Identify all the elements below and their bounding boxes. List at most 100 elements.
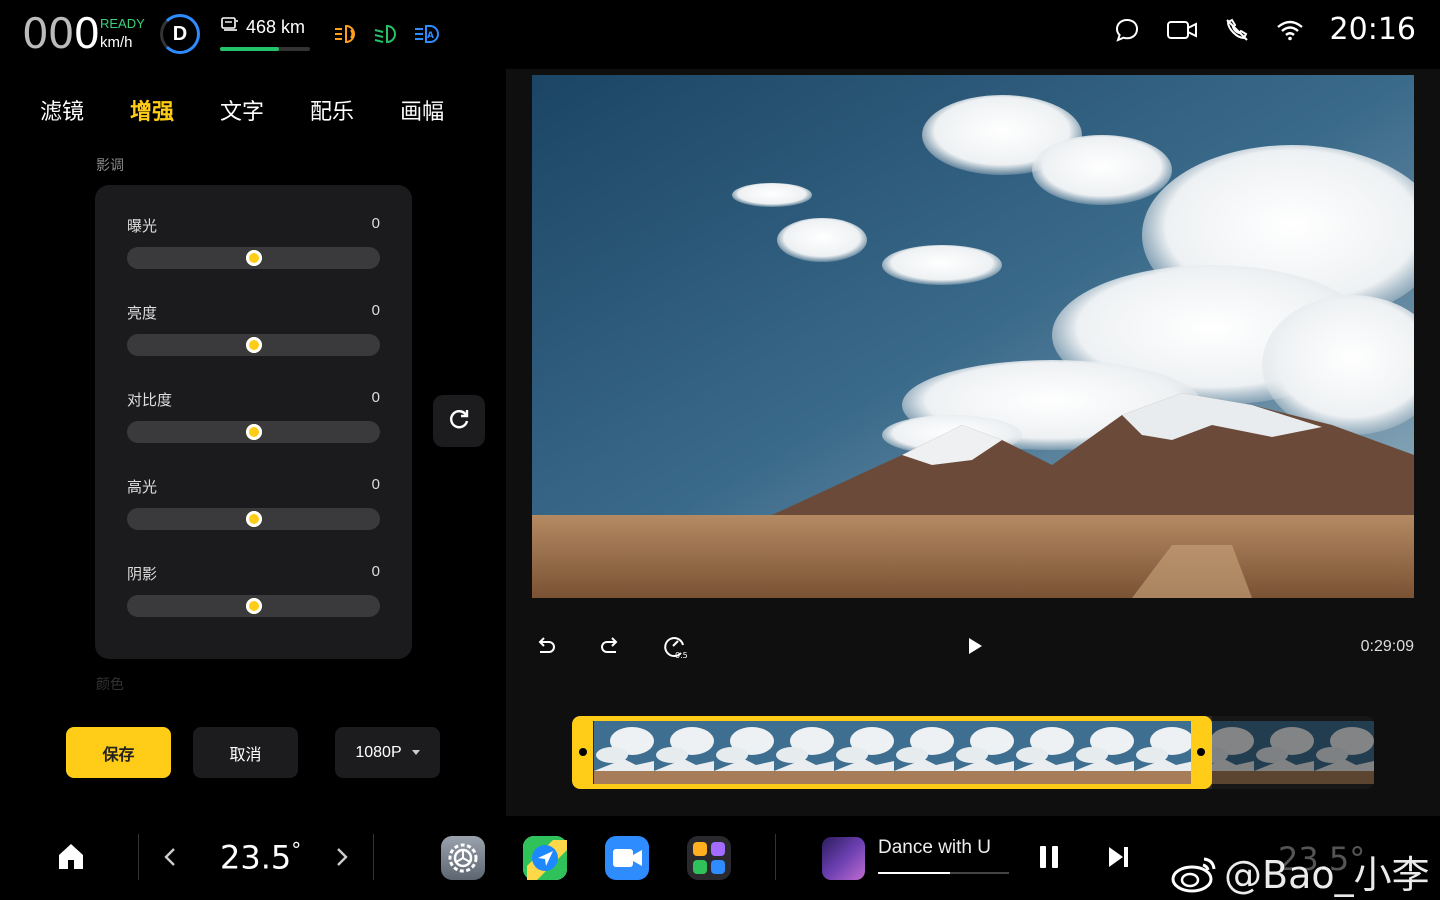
skip-next-icon bbox=[1106, 847, 1130, 874]
adjustment-value: 0 bbox=[371, 215, 380, 232]
slider-knob[interactable] bbox=[245, 337, 262, 353]
editor-tabs: 滤镜 增强 文字 配乐 画幅 bbox=[40, 94, 444, 126]
resolution-select[interactable]: 1080P bbox=[335, 727, 440, 778]
temp-decrease-button[interactable] bbox=[162, 846, 178, 873]
section-title-tone: 影调 bbox=[96, 157, 124, 173]
slider-knob[interactable] bbox=[245, 511, 262, 527]
temperature-value: 23.5 bbox=[220, 838, 292, 877]
dock-divider bbox=[775, 834, 776, 880]
tab-4[interactable]: 画幅 bbox=[400, 94, 444, 126]
auto-high-beam-icon: A bbox=[414, 22, 440, 46]
adjustment-label: 阴影 bbox=[127, 566, 158, 583]
album-art[interactable] bbox=[822, 837, 865, 880]
adjustment-slider[interactable] bbox=[127, 421, 380, 443]
speed-digits-dim: 00 bbox=[22, 9, 74, 58]
speed-unit: km/h bbox=[100, 34, 133, 51]
camera-icon[interactable] bbox=[1166, 18, 1198, 42]
speed-badge: 0.5 bbox=[675, 651, 687, 659]
degree-symbol: ° bbox=[291, 838, 302, 862]
status-icons: 20:16 bbox=[1114, 12, 1416, 47]
ready-indicator: READY bbox=[100, 16, 145, 31]
playback-time: 0:29:09 bbox=[1360, 638, 1414, 655]
next-track-button[interactable] bbox=[1106, 844, 1130, 875]
adjustment-label: 对比度 bbox=[127, 392, 173, 409]
chevron-right-icon bbox=[334, 848, 350, 872]
home-button[interactable] bbox=[56, 842, 86, 875]
slider-knob[interactable] bbox=[245, 250, 262, 266]
save-button[interactable]: 保存 bbox=[66, 727, 171, 778]
pause-icon bbox=[1037, 846, 1061, 874]
slider-knob[interactable] bbox=[245, 424, 262, 440]
adjustment-slider[interactable] bbox=[127, 334, 380, 356]
speedometer: 000 bbox=[22, 9, 100, 58]
timeline-strip[interactable] bbox=[572, 716, 1374, 789]
dock-divider bbox=[138, 834, 139, 880]
message-icon[interactable] bbox=[1114, 17, 1140, 43]
reset-icon bbox=[446, 406, 472, 437]
adjustment-slider[interactable] bbox=[127, 247, 380, 269]
reset-button[interactable] bbox=[433, 395, 485, 447]
tab-2[interactable]: 文字 bbox=[220, 94, 264, 126]
cancel-button[interactable]: 取消 bbox=[193, 727, 298, 778]
adjustment-value: 0 bbox=[371, 389, 380, 406]
adjustment-label: 曝光 bbox=[127, 218, 158, 235]
landscape-image bbox=[532, 75, 1414, 598]
adjustment-value: 0 bbox=[371, 302, 380, 319]
adjustment-slider[interactable] bbox=[127, 508, 380, 530]
playback-speed-button[interactable]: 0.5 bbox=[660, 634, 688, 662]
temp-increase-button[interactable] bbox=[334, 846, 350, 873]
adjustment-slider[interactable] bbox=[127, 595, 380, 617]
video-call-app-icon[interactable] bbox=[605, 836, 649, 880]
trim-end-handle[interactable] bbox=[1197, 748, 1205, 756]
dock-bar: 23.5° Dance with U 23.5° @Bao_小李 bbox=[0, 816, 1440, 900]
gear-letter: D bbox=[172, 22, 188, 45]
adjustment-label: 亮度 bbox=[127, 305, 158, 322]
redo-button[interactable] bbox=[596, 634, 624, 662]
video-preview[interactable] bbox=[532, 75, 1414, 598]
battery-range-icon bbox=[220, 16, 240, 39]
pause-button[interactable] bbox=[1037, 844, 1061, 875]
song-progress-fill bbox=[878, 872, 951, 874]
trim-selection[interactable] bbox=[572, 716, 1212, 789]
home-icon bbox=[56, 844, 86, 874]
song-progress-bar bbox=[878, 872, 1009, 874]
trim-start-handle[interactable] bbox=[579, 748, 587, 756]
svg-text:A: A bbox=[427, 31, 434, 41]
settings-app-icon[interactable] bbox=[441, 836, 485, 880]
weibo-watermark: @Bao_小李 bbox=[1170, 844, 1430, 900]
fog-light-icon bbox=[333, 22, 359, 46]
wifi-icon[interactable] bbox=[1276, 19, 1304, 41]
adjustment-value: 0 bbox=[371, 476, 380, 493]
watermark-text: @Bao_小李 bbox=[1224, 853, 1430, 897]
chevron-left-icon bbox=[162, 848, 178, 872]
song-title[interactable]: Dance with U bbox=[878, 837, 991, 859]
temperature-readout: 23.5° bbox=[220, 838, 301, 877]
tab-0[interactable]: 滤镜 bbox=[40, 94, 84, 126]
redo-icon bbox=[599, 635, 621, 662]
range-value: 468 km bbox=[246, 17, 306, 37]
slider-knob[interactable] bbox=[245, 598, 262, 614]
adjustment-value: 0 bbox=[371, 563, 380, 580]
range-bar bbox=[220, 47, 310, 51]
undo-button[interactable] bbox=[532, 634, 560, 662]
adjustment-label: 高光 bbox=[127, 479, 158, 496]
phone-link-icon[interactable] bbox=[1224, 17, 1250, 43]
dock-divider bbox=[373, 834, 374, 880]
timeline-unselected-region bbox=[1212, 716, 1374, 789]
speed-gauge-icon: 0.5 bbox=[661, 633, 688, 664]
app-folder-icon[interactable] bbox=[687, 836, 731, 880]
undo-icon bbox=[535, 635, 557, 662]
range-indicator: 468 km bbox=[220, 16, 310, 51]
play-icon bbox=[963, 635, 985, 662]
play-button[interactable] bbox=[960, 634, 988, 662]
speed-digit: 0 bbox=[73, 9, 100, 58]
navigation-app-icon[interactable] bbox=[523, 836, 567, 880]
tab-1[interactable]: 增强 bbox=[130, 94, 174, 126]
tab-3[interactable]: 配乐 bbox=[310, 94, 354, 126]
gear-indicator: D bbox=[160, 14, 200, 54]
adjustment-card: 曝光 0 亮度 0 对比度 0 高光 0 阴影 0 bbox=[95, 185, 412, 659]
clock: 20:16 bbox=[1329, 12, 1416, 47]
low-beam-icon bbox=[373, 22, 399, 46]
resolution-value: 1080P bbox=[355, 743, 402, 761]
dropdown-caret-icon bbox=[411, 750, 420, 755]
